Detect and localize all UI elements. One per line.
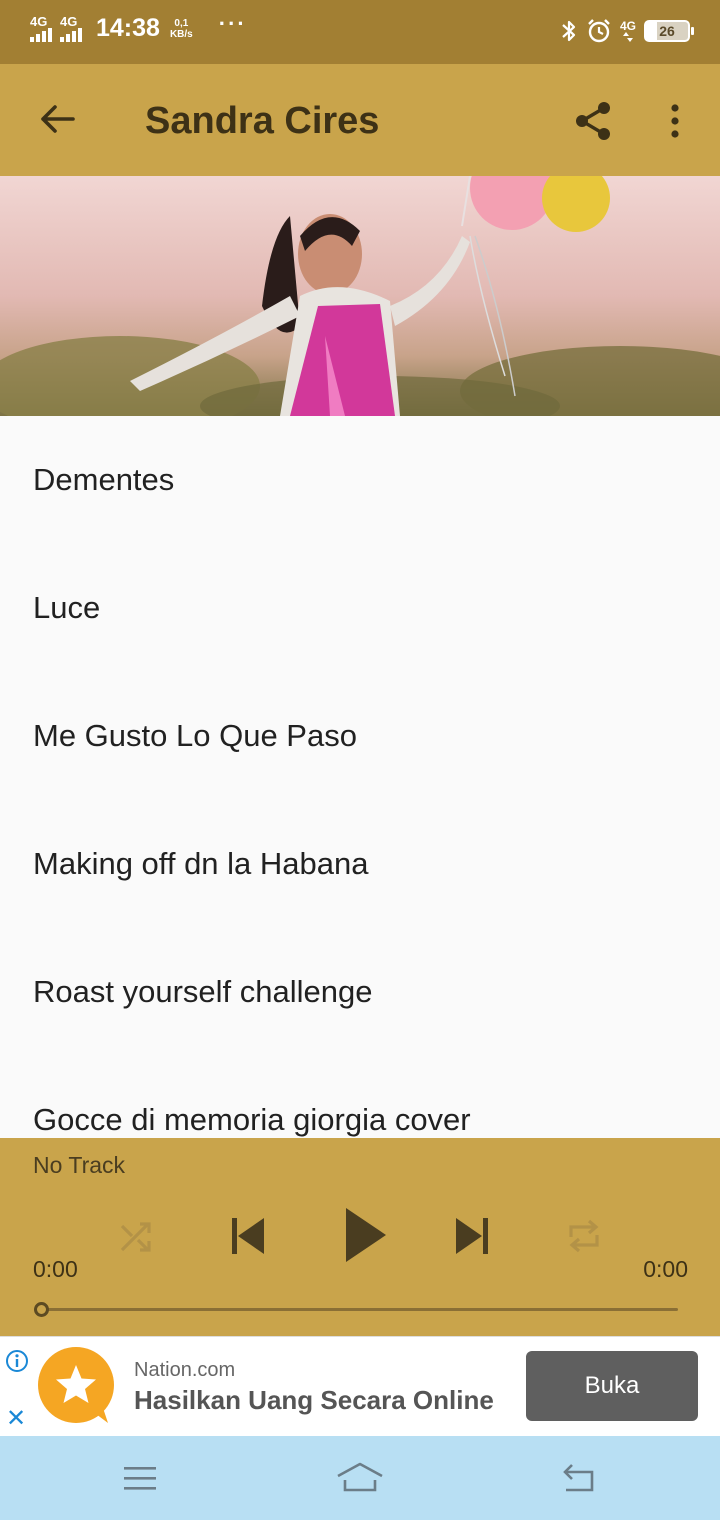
battery-level: 26	[659, 23, 675, 39]
status-right: 4G 26	[560, 18, 694, 44]
next-icon	[456, 1218, 488, 1254]
bluetooth-icon	[562, 20, 576, 42]
track-item[interactable]: Roast yourself challenge	[0, 928, 720, 1056]
page-title: Sandra Cires	[145, 100, 380, 142]
alarm-icon	[588, 19, 610, 43]
total-time: 0:00	[643, 1256, 688, 1282]
home-button[interactable]	[330, 1452, 390, 1504]
star-badge-icon	[38, 1347, 114, 1423]
track-list: Dementes Luce Me Gusto Lo Que Paso Makin…	[0, 416, 720, 1138]
now-playing-title: No Track	[33, 1152, 126, 1178]
track-item[interactable]: Luce	[0, 544, 720, 672]
ad-info-button[interactable]	[5, 1349, 29, 1378]
elapsed-time: 0:00	[33, 1256, 78, 1282]
track-item[interactable]: Me Gusto Lo Que Paso	[0, 672, 720, 800]
status-left: 4G 4G 14:38 0,1 KB/s ···	[30, 10, 247, 43]
menu-icon	[124, 1467, 156, 1490]
system-nav-bar	[0, 1436, 720, 1520]
app-bar: Sandra Cires	[0, 64, 720, 176]
seek-bar[interactable]	[42, 1308, 678, 1311]
data-arrows-icon	[622, 32, 633, 42]
clock: 14:38	[96, 14, 160, 42]
repeat-icon	[569, 1219, 599, 1253]
back-button[interactable]	[32, 94, 82, 144]
signal-sim1: 4G	[30, 15, 52, 42]
recent-apps-button[interactable]	[110, 1452, 170, 1504]
net-speed: 0,1 KB/s	[170, 18, 193, 40]
ad-open-button[interactable]: Buka	[526, 1351, 698, 1421]
net-speed-unit: KB/s	[169, 28, 193, 40]
network-indicator: 4G	[620, 20, 636, 42]
signal-sim2: 4G	[60, 15, 82, 42]
share-icon	[576, 102, 610, 140]
status-bar: 4G 4G 14:38 0,1 KB/s ··· 4G 26	[0, 0, 720, 64]
ad-logo	[36, 1347, 118, 1434]
track-item[interactable]: Gocce di memoria giorgia cover	[0, 1056, 720, 1138]
seek-thumb[interactable]	[34, 1302, 49, 1317]
next-button[interactable]	[446, 1210, 498, 1262]
back-nav-button[interactable]	[548, 1452, 608, 1504]
repeat-button[interactable]	[560, 1212, 608, 1260]
music-player: No Track 0:00 0:00	[0, 1138, 720, 1336]
ad-source: Nation.com	[134, 1359, 236, 1381]
previous-icon	[232, 1218, 264, 1254]
artist-header-image	[0, 176, 720, 416]
shuffle-button[interactable]	[112, 1212, 160, 1260]
info-icon	[6, 1350, 28, 1372]
more-options-button[interactable]	[650, 96, 700, 146]
signal-label-1: 4G	[30, 14, 48, 29]
share-button[interactable]	[568, 96, 618, 146]
previous-button[interactable]	[222, 1210, 274, 1262]
signal-bars-icon	[60, 28, 82, 42]
ad-headline[interactable]: Hasilkan Uang Secara Online	[134, 1385, 494, 1416]
track-item[interactable]: Making off dn la Habana	[0, 800, 720, 928]
battery-icon: 26	[644, 20, 694, 42]
artist-photo	[0, 176, 720, 416]
signal-label-2: 4G	[60, 14, 78, 29]
network-type: 4G	[619, 19, 636, 33]
net-speed-value: 0,1	[174, 17, 189, 29]
more-vert-icon	[671, 104, 679, 138]
home-icon	[337, 1462, 383, 1492]
shuffle-icon	[120, 1222, 151, 1252]
signal-bars-icon	[30, 28, 52, 42]
more-notifications-icon: ···	[218, 10, 247, 36]
play-button[interactable]	[336, 1204, 394, 1266]
back-icon	[563, 1464, 594, 1492]
back-arrow-icon	[41, 105, 75, 133]
ad-banner[interactable]: ✕ Nation.com Hasilkan Uang Secara Online…	[0, 1336, 720, 1436]
ad-close-button[interactable]: ✕	[6, 1407, 26, 1431]
track-item[interactable]: Dementes	[0, 416, 720, 544]
play-icon	[346, 1208, 386, 1262]
